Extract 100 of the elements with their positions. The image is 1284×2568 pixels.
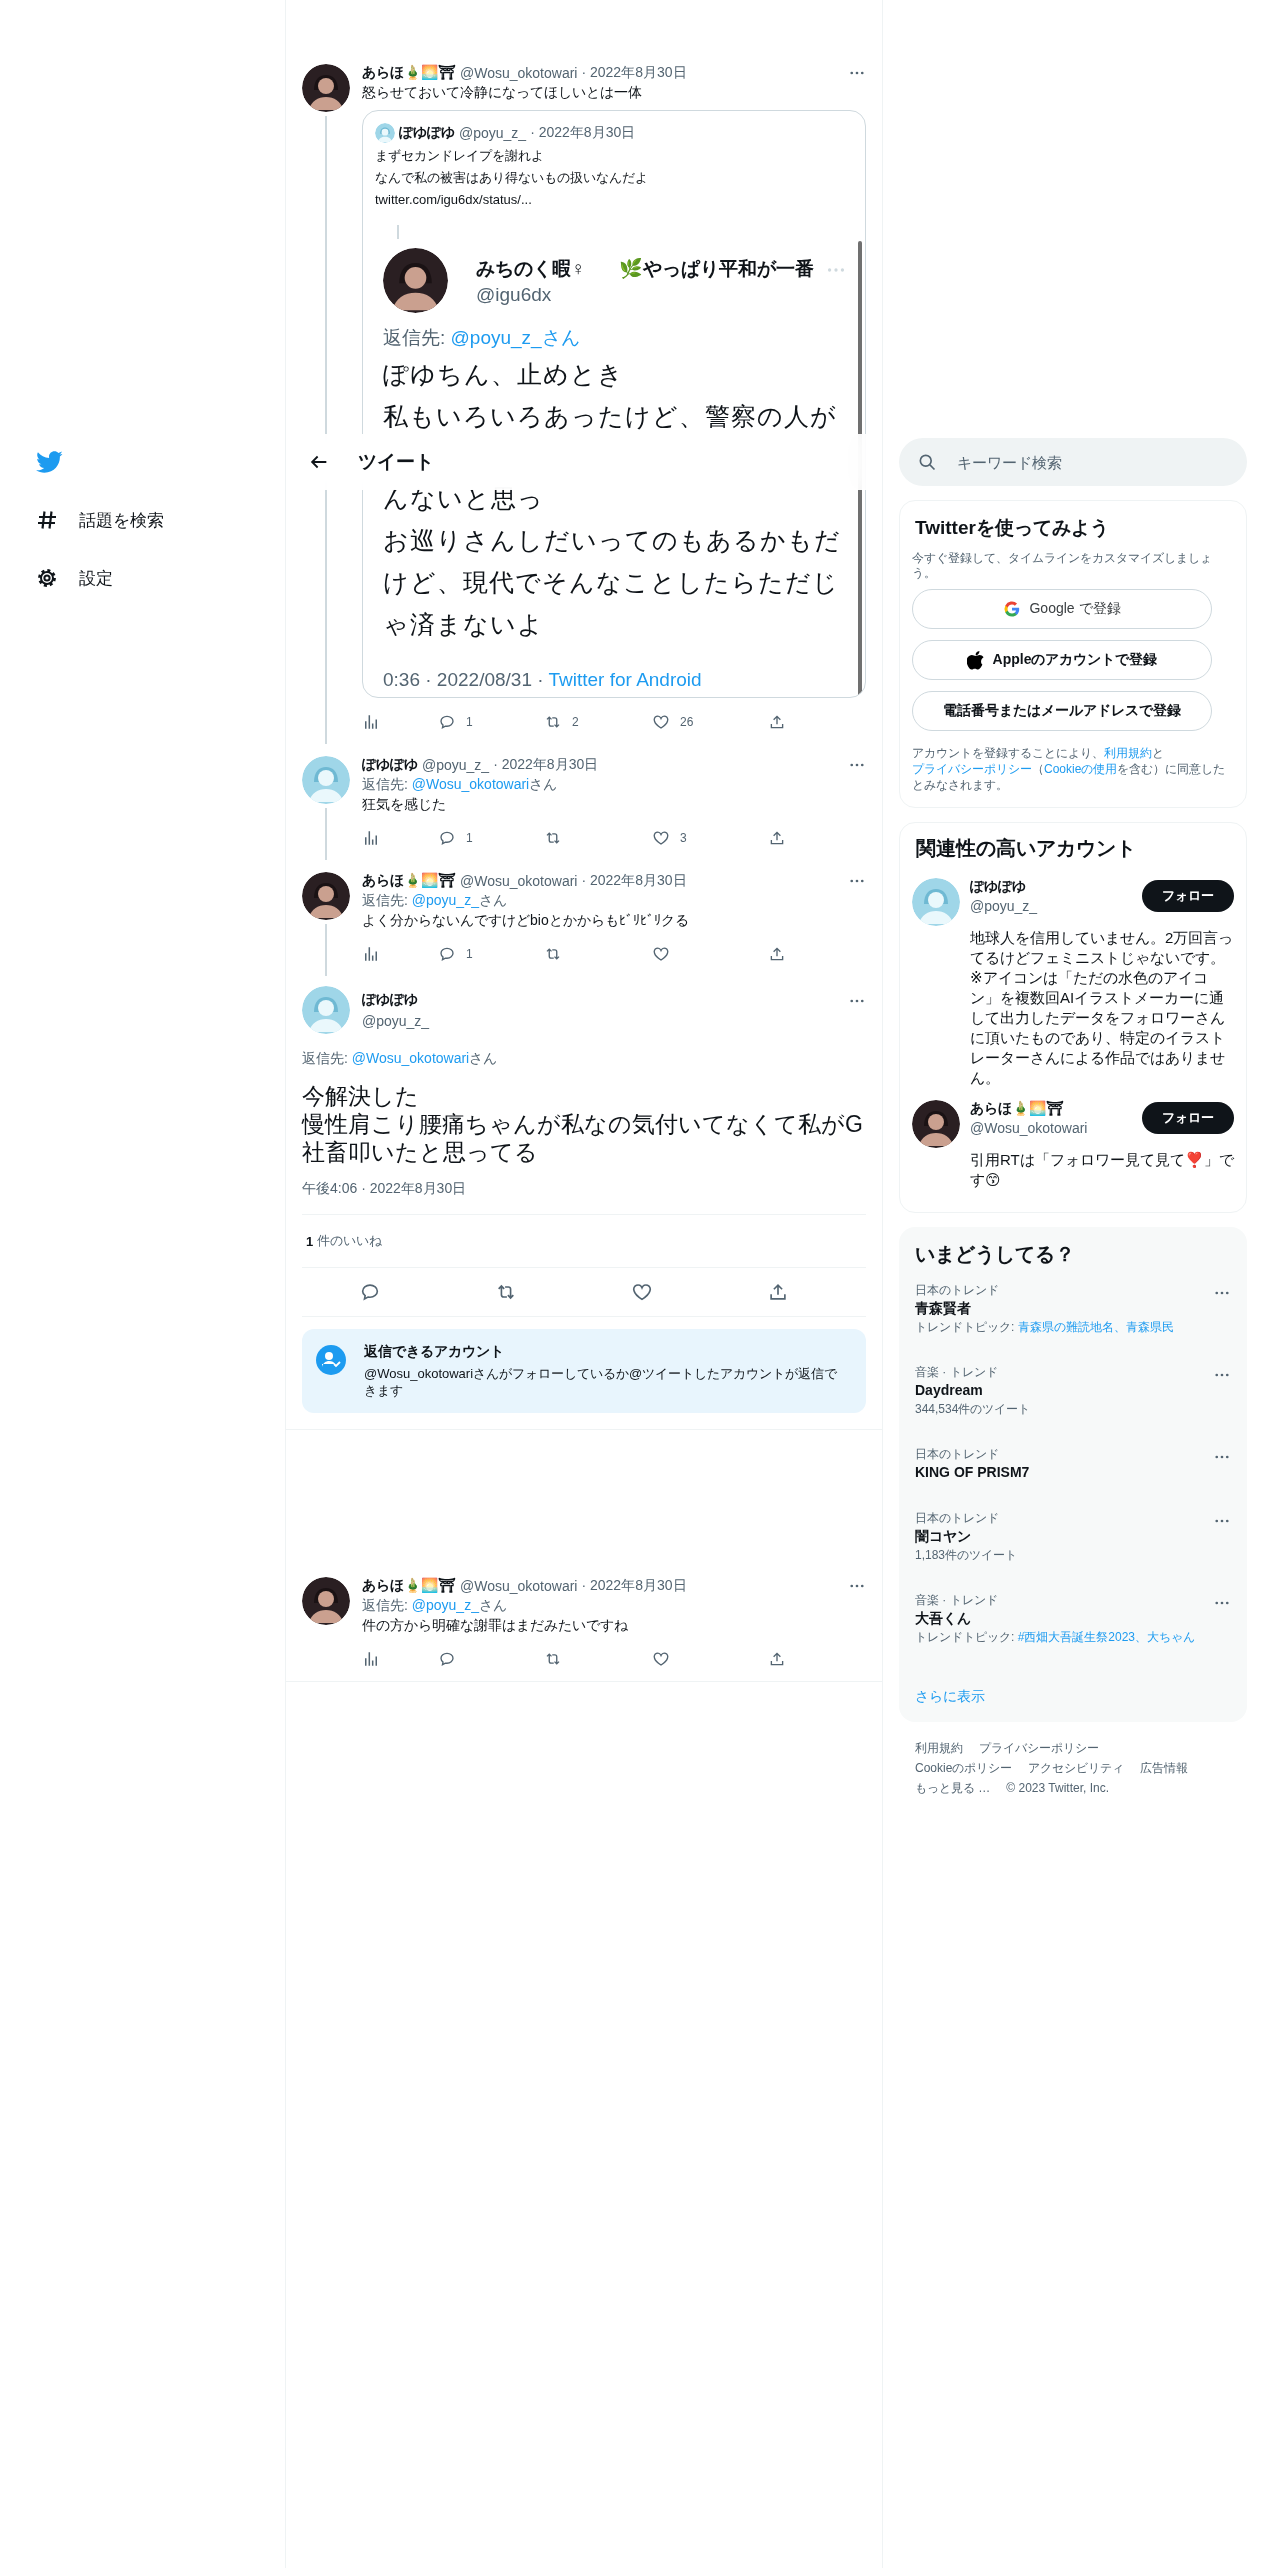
tweet-text-line: ゃ済まないよ [383, 609, 545, 640]
trend-name[interactable]: Daydream [915, 1380, 1231, 1400]
avatar[interactable] [912, 1100, 960, 1148]
bird-logo[interactable] [35, 448, 63, 476]
tweet-date: · 2022年8月30日 [581, 872, 687, 890]
action-count: 2 [572, 715, 579, 729]
views-icon[interactable] [362, 829, 380, 847]
retweet-icon[interactable] [544, 713, 562, 731]
like-icon[interactable] [652, 713, 670, 731]
card-title: Twitterを使ってみよう [915, 516, 1110, 540]
google-g-icon [1003, 600, 1022, 618]
tweet-text-line: まずセカンドレイプを謝れよ [375, 147, 545, 165]
reply-icon[interactable] [438, 945, 456, 963]
like-icon[interactable] [631, 1281, 653, 1303]
user-handle: @poyu_z_ [362, 1013, 430, 1029]
card-title: 関連性の高いアカウント [916, 836, 1137, 861]
user-name: ぽゆぽゆ [970, 878, 1027, 896]
retweet-icon[interactable] [544, 829, 562, 847]
trend-category: 日本のトレンド [915, 1446, 999, 1462]
tweet-timestamp: 0:36 · 2022/08/31 · Twitter for Android [383, 669, 703, 691]
tweet-timestamp: 午後4:06 · 2022年8月30日 [302, 1180, 468, 1198]
user-handle: @poyu_z_ [459, 125, 527, 141]
user-name: みちのく暇♀ [476, 256, 586, 281]
user-handle: @poyu_z_ [970, 898, 1039, 914]
tweet-text: よく分からないんですけどbioとかからもﾋﾞﾘﾋﾞﾘクる [362, 911, 690, 930]
action-count: 26 [680, 715, 694, 729]
reply-icon[interactable] [438, 1650, 456, 1668]
nav-link[interactable]: 設定 [79, 566, 113, 590]
avatar[interactable] [302, 64, 350, 112]
tweet-link[interactable]: twitter.com/igu6dx/status/... [363, 189, 865, 211]
share-icon[interactable] [768, 945, 786, 963]
tweet-text: 狂気を感じた [362, 795, 447, 814]
tweet-date: · 2022年8月30日 [493, 756, 599, 774]
views-icon[interactable] [362, 713, 380, 731]
page-title: ツイート [358, 450, 434, 474]
footer-link[interactable]: Cookieのポリシー [915, 1758, 1013, 1778]
tweet-date: · 2022年8月30日 [581, 64, 687, 82]
user-name: ぽゆぽゆ [399, 124, 455, 142]
tweet-date: · 2022年8月30日 [581, 1577, 687, 1595]
reply-icon[interactable] [438, 829, 456, 847]
user-handle: @Wosu_okotowari [970, 1120, 1089, 1136]
tweet-text-line: んないと思っ [383, 483, 545, 514]
hashtag-icon[interactable] [35, 508, 59, 532]
search-field[interactable]: キーワード検索 [899, 438, 1247, 486]
user-name: あらほ🎍🌅⛩ [362, 1577, 456, 1595]
share-icon[interactable] [768, 829, 786, 847]
notice-text: @Wosu_okotowariさんがフォローしているか@ツイートしたアカウントが返信できます [364, 1365, 839, 1399]
card-title: いまどうしてる？ [915, 1242, 1076, 1267]
reply-to-text: 返信先: @poyu_z_さん [362, 1596, 508, 1615]
signup-button[interactable]: Appleのアカウントで登録 [912, 640, 1212, 680]
footer-link[interactable]: © 2023 Twitter, Inc. [1006, 1778, 1110, 1798]
share-icon[interactable] [768, 1650, 786, 1668]
tweet-text-line: 今解決した [302, 1082, 420, 1110]
views-icon[interactable] [362, 945, 380, 963]
like-icon[interactable] [652, 945, 670, 963]
user-name: あらほ🎍🌅⛩ [970, 1100, 1065, 1118]
user-handle: @poyu_z_ [422, 757, 490, 773]
share-icon[interactable] [767, 1281, 789, 1303]
user-name: ぽゆぽゆ [362, 991, 419, 1009]
footer-link[interactable]: プライバシーポリシー [979, 1738, 1099, 1758]
like-icon[interactable] [652, 1650, 670, 1668]
retweet-icon[interactable] [544, 1650, 562, 1668]
follow-button[interactable]: フォロー [1142, 1102, 1234, 1134]
trend-name[interactable]: 大吾くん [915, 1608, 1231, 1628]
user-bio: 地球人を信用していません。2万回言ってるけどフェミニストじゃないです。※アイコンは「ただの水色のアイコン」を複数回AIイラストメーカーに通して出力したデータをフォロワーさんに頂いたものであり、特定のイラストレーターさんによる作品ではありません。 [970, 928, 1234, 1088]
retweet-icon[interactable] [544, 945, 562, 963]
user-handle: @Wosu_okotowari [460, 873, 578, 889]
reply-icon[interactable] [438, 713, 456, 731]
trend-name[interactable]: KING OF PRISM7 [915, 1462, 1231, 1482]
signup-button[interactable]: Google で登録 [912, 589, 1212, 629]
user-name: 🌿やっぱり平和が一番 [619, 256, 815, 281]
avatar[interactable] [383, 248, 448, 313]
tweet-count: 1,183件のツイート [915, 1547, 1019, 1564]
signup-button[interactable]: 電話番号またはメールアドレスで登録 [912, 691, 1212, 731]
nav-link[interactable]: 話題を検索 [79, 508, 164, 532]
like-label[interactable]: 件のいいね [317, 1232, 383, 1250]
trend-name[interactable]: 青森賢者 [915, 1298, 1231, 1318]
like-icon[interactable] [652, 829, 670, 847]
apple-icon [966, 650, 985, 670]
follow-button[interactable]: フォロー [1142, 880, 1234, 912]
tweet-text-line: 慢性肩こり腰痛ちゃんが私なの気付いてなくて私がG社畜叩いたと思ってる [302, 1110, 864, 1166]
user-handle: @Wosu_okotowari [460, 1578, 578, 1594]
avatar[interactable] [302, 1577, 350, 1625]
action-count: 1 [466, 947, 473, 961]
footer-link[interactable]: アクセシビリティ [1028, 1758, 1125, 1778]
trend-name[interactable]: 闇コヤン [915, 1526, 1231, 1546]
footer-link[interactable]: 広告情報 [1140, 1758, 1189, 1778]
card-subtitle: 今すぐ登録して、タイムラインをカスタマイズしましょう。 [912, 551, 1213, 581]
footer-link[interactable]: 利用規約 [915, 1738, 963, 1758]
tweet-count: 344,534件のツイート [915, 1401, 1032, 1418]
views-icon[interactable] [362, 1650, 380, 1668]
legal-text: アカウントを登録することにより、利用規約 と プライバシーポリシー（Cookieの使用を含む）に同意したとみなされます。 [912, 745, 1227, 793]
reply-icon[interactable] [359, 1281, 381, 1303]
trend-category: 音楽 · トレンド [915, 1364, 998, 1380]
action-count: 1 [466, 831, 473, 845]
share-icon[interactable] [768, 713, 786, 731]
settings-icon[interactable] [35, 566, 59, 590]
footer-link[interactable]: もっと見る … [915, 1778, 991, 1798]
avatar[interactable] [302, 872, 350, 920]
tweet-text-line: なんで私の被害はあり得ないもの扱いなんだよ [375, 169, 649, 187]
